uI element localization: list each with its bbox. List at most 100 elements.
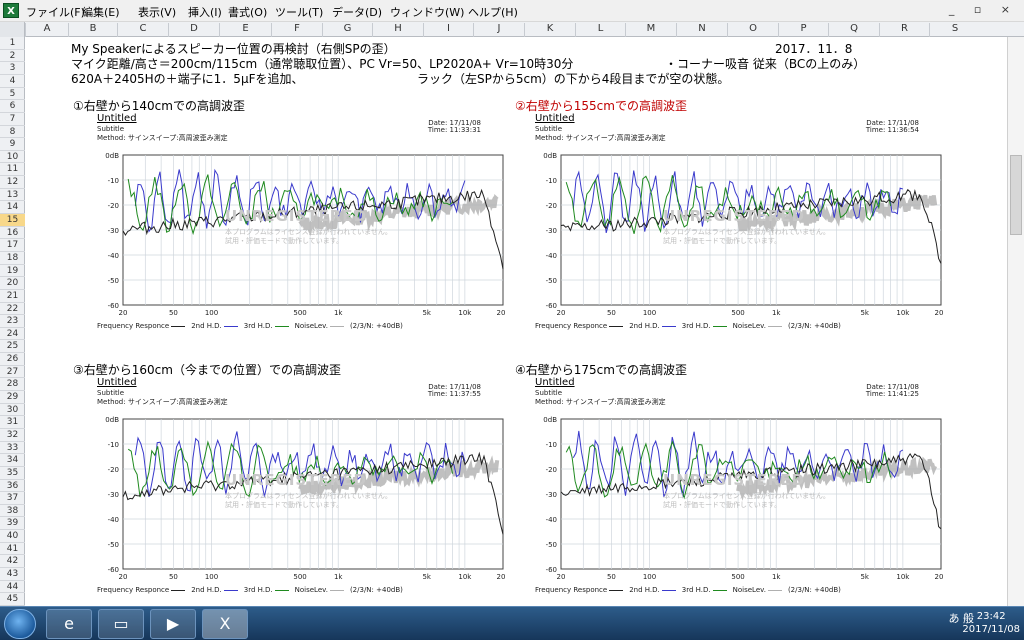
graph-method: Method: サインスイープ:高周波歪み測定 xyxy=(535,134,666,142)
row-header[interactable]: 39 xyxy=(0,517,25,531)
column-header[interactable]: F xyxy=(271,23,322,37)
row-header[interactable]: 34 xyxy=(0,454,25,467)
row-header[interactable]: 27 xyxy=(0,366,25,379)
menu-item[interactable]: 書式(O) xyxy=(228,4,267,20)
distortion-graph-155cm[interactable]: Untitled Subtitle Method: サインスイープ:高周波歪み測定 D… xyxy=(513,113,943,333)
column-header[interactable]: H xyxy=(372,23,423,37)
menu-item[interactable]: 挿入(I) xyxy=(188,4,222,20)
row-header[interactable]: 5 xyxy=(0,88,25,101)
column-header[interactable]: D xyxy=(168,23,219,37)
menu-item[interactable]: 表示(V) xyxy=(138,4,176,20)
select-all-corner[interactable] xyxy=(0,22,25,37)
row-header[interactable]: 20 xyxy=(0,277,25,290)
ie-icon[interactable]: e xyxy=(46,609,92,639)
y-tick-label: -30 xyxy=(108,491,119,499)
scrollbar-thumb[interactable] xyxy=(1010,155,1022,235)
row-header[interactable]: 8 xyxy=(0,126,25,139)
column-header[interactable]: Q xyxy=(828,23,879,37)
column-header[interactable]: I xyxy=(423,23,473,37)
row-header[interactable]: 40 xyxy=(0,530,25,543)
row-header[interactable]: 16 xyxy=(0,227,25,240)
row-header[interactable]: 6 xyxy=(0,100,25,113)
unregistered-watermark: UNREGISTERED xyxy=(225,471,367,489)
column-header[interactable]: L xyxy=(575,23,625,37)
row-header[interactable]: 15 xyxy=(0,214,25,227)
row-header[interactable]: 26 xyxy=(0,353,25,366)
column-header[interactable]: C xyxy=(117,23,168,37)
menu-item[interactable]: ファイル(F) xyxy=(26,4,85,20)
y-tick-label: -30 xyxy=(546,491,557,499)
distortion-graph-175cm[interactable]: Untitled Subtitle Method: サインスイープ:高周波歪み測定 D… xyxy=(513,377,943,597)
row-header[interactable]: 21 xyxy=(0,290,25,303)
column-header[interactable]: N xyxy=(676,23,727,37)
row-header[interactable]: 11 xyxy=(0,163,25,177)
unregistered-watermark: UNREGISTERED xyxy=(663,207,805,225)
folder-icon[interactable]: ▭ xyxy=(98,609,144,639)
row-header[interactable]: 18 xyxy=(0,252,25,265)
row-header[interactable]: 1 xyxy=(0,37,25,50)
legend-item: (2/3/N: +40dB) xyxy=(788,322,843,330)
row-header[interactable]: 30 xyxy=(0,404,25,417)
row-header[interactable]: 23 xyxy=(0,315,25,328)
row-header[interactable]: 43 xyxy=(0,568,25,581)
column-header[interactable]: J xyxy=(473,23,524,37)
menu-item[interactable]: 編集(E) xyxy=(82,4,120,20)
row-header[interactable]: 4 xyxy=(0,75,25,88)
row-header[interactable]: 31 xyxy=(0,416,25,429)
menu-item[interactable]: ツール(T) xyxy=(275,4,323,20)
menu-item[interactable]: ウィンドウ(W) xyxy=(390,4,464,20)
clock[interactable]: 23:42 2017/11/08 xyxy=(962,610,1020,636)
row-header[interactable]: 3 xyxy=(0,62,25,75)
distortion-graph-140cm[interactable]: Untitled Subtitle Method: サインスイープ:高周波歪み測定 D… xyxy=(75,113,505,333)
row-header[interactable]: 14 xyxy=(0,201,25,215)
column-header[interactable]: M xyxy=(625,23,676,37)
column-header[interactable]: P xyxy=(778,23,828,37)
row-header[interactable]: 24 xyxy=(0,328,25,341)
row-header[interactable]: 17 xyxy=(0,239,25,252)
row-header[interactable]: 13 xyxy=(0,189,25,202)
column-header[interactable]: A xyxy=(25,23,68,37)
row-header[interactable]: 37 xyxy=(0,492,25,505)
column-header[interactable]: G xyxy=(322,23,372,37)
x-tick-label: 1k xyxy=(334,309,343,317)
row-header[interactable]: 36 xyxy=(0,480,25,493)
watermark-note: 試用・評価モードで動作しています。 xyxy=(225,237,344,245)
row-header[interactable]: 32 xyxy=(0,429,25,442)
row-header[interactable]: 12 xyxy=(0,176,25,189)
row-header[interactable]: 7 xyxy=(0,113,25,126)
column-header[interactable]: S xyxy=(929,23,980,37)
row-header[interactable]: 10 xyxy=(0,151,25,164)
worksheet[interactable]: My Speakerによるスピーカー位置の再検討（右側SPの歪） 2017．11… xyxy=(25,37,1007,606)
start-button[interactable] xyxy=(4,609,36,639)
row-header[interactable]: 38 xyxy=(0,505,25,518)
menu-item[interactable]: データ(D) xyxy=(332,4,382,20)
row-header[interactable]: 45 xyxy=(0,593,25,606)
legend-item: Frequency Responce xyxy=(97,322,186,330)
excel-icon[interactable]: X xyxy=(3,3,19,18)
row-header[interactable]: 33 xyxy=(0,442,25,455)
row-header[interactable]: 22 xyxy=(0,303,25,316)
row-header[interactable]: 41 xyxy=(0,543,25,556)
row-header[interactable]: 9 xyxy=(0,138,25,151)
column-header[interactable]: K xyxy=(524,23,575,37)
column-header[interactable]: R xyxy=(879,23,929,37)
column-header[interactable]: B xyxy=(68,23,117,37)
row-header[interactable]: 19 xyxy=(0,265,25,278)
excel-icon[interactable]: X xyxy=(202,609,248,639)
window-controls[interactable]: _ ▫ × xyxy=(949,3,1018,16)
vertical-scrollbar[interactable] xyxy=(1007,37,1024,606)
row-header[interactable]: 35 xyxy=(0,467,25,480)
menu-item[interactable]: ヘルプ(H) xyxy=(468,4,518,20)
column-header[interactable]: O xyxy=(727,23,778,37)
media-player-icon[interactable]: ▶ xyxy=(150,609,196,639)
row-header[interactable]: 44 xyxy=(0,581,25,594)
column-header[interactable]: E xyxy=(219,23,271,37)
row-header[interactable]: 28 xyxy=(0,378,25,392)
row-header[interactable]: 2 xyxy=(0,50,25,63)
taskbar: e ▭ ▶ X あ 般 23:42 2017/11/08 xyxy=(0,606,1024,640)
y-tick-label: -60 xyxy=(108,302,119,310)
row-header[interactable]: 29 xyxy=(0,391,25,404)
row-header[interactable]: 25 xyxy=(0,340,25,354)
row-header[interactable]: 42 xyxy=(0,555,25,569)
distortion-graph-160cm[interactable]: Untitled Subtitle Method: サインスイープ:高周波歪み測定 D… xyxy=(75,377,505,597)
